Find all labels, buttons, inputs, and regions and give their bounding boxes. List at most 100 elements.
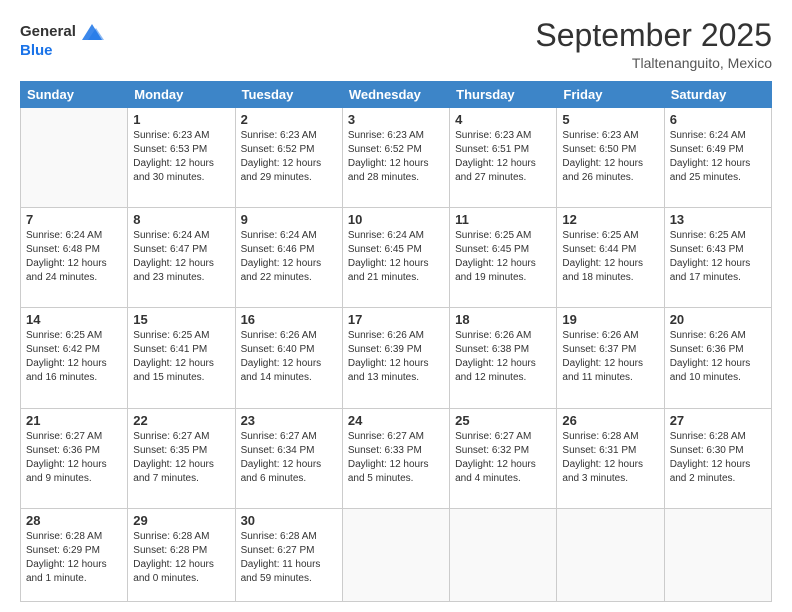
calendar-cell: 21Sunrise: 6:27 AM Sunset: 6:36 PM Dayli… — [21, 408, 128, 508]
calendar-header-monday: Monday — [128, 82, 235, 108]
calendar-week-row: 7Sunrise: 6:24 AM Sunset: 6:48 PM Daylig… — [21, 208, 772, 308]
calendar-cell: 26 Sunrise: 6:28 AM Sunset: 6:31 PM Dayli… — [557, 408, 664, 508]
calendar-cell: 8 Sunrise: 6:24 AM Sunset: 6:47 PM Daylig… — [128, 208, 235, 308]
day-info: Sunrise: 6:23 AM Sunset: 6:50 PM Dayligh… — [562, 129, 658, 185]
calendar-cell: 14 Sunrise: 6:25 AM Sunset: 6:42 PM Dayli… — [21, 308, 128, 408]
calendar-header-row: SundayMondayTuesdayWednesdayThursdayFrid… — [21, 82, 772, 108]
day-number: 26 — [562, 413, 658, 428]
day-number: 27 — [670, 413, 766, 428]
calendar-cell: 11Sunrise: 6:25 AM Sunset: 6:45 PM Dayli… — [450, 208, 557, 308]
day-info: Sunrise: 6:28 AM Sunset: 6:28 PM Dayligh… — [133, 530, 229, 586]
day-number: 20 — [670, 312, 766, 327]
calendar-week-row: 28Sunrise: 6:28 AM Sunset: 6:29 PM Dayli… — [21, 508, 772, 601]
calendar-cell: 30 Sunrise: 6:28 AM Sunset: 6:27 PM Dayli… — [235, 508, 342, 601]
calendar-header-sunday: Sunday — [21, 82, 128, 108]
day-number: 9 — [241, 212, 337, 227]
calendar-cell: 1 Sunrise: 6:23 AM Sunset: 6:53 PM Daylig… — [128, 108, 235, 208]
calendar-cell: 28Sunrise: 6:28 AM Sunset: 6:29 PM Dayli… — [21, 508, 128, 601]
day-info: Sunrise: 6:28 AM Sunset: 6:31 PM Dayligh… — [562, 430, 658, 486]
day-number: 15 — [133, 312, 229, 327]
day-info: Sunrise: 6:25 AM Sunset: 6:42 PM Dayligh… — [26, 329, 122, 385]
day-info: Sunrise: 6:27 AM Sunset: 6:36 PM Dayligh… — [26, 430, 122, 486]
calendar-cell — [664, 508, 771, 601]
logo: General Blue — [20, 18, 106, 59]
day-info: Sunrise: 6:26 AM Sunset: 6:37 PM Dayligh… — [562, 329, 658, 385]
calendar-cell: 22 Sunrise: 6:27 AM Sunset: 6:35 PM Dayli… — [128, 408, 235, 508]
calendar-cell: 5 Sunrise: 6:23 AM Sunset: 6:50 PM Daylig… — [557, 108, 664, 208]
day-info: Sunrise: 6:26 AM Sunset: 6:38 PM Dayligh… — [455, 329, 551, 385]
day-number: 4 — [455, 112, 551, 127]
day-info: Sunrise: 6:24 AM Sunset: 6:47 PM Dayligh… — [133, 229, 229, 285]
day-info: Sunrise: 6:25 AM Sunset: 6:41 PM Dayligh… — [133, 329, 229, 385]
day-info: Sunrise: 6:25 AM Sunset: 6:44 PM Dayligh… — [562, 229, 658, 285]
day-info: Sunrise: 6:27 AM Sunset: 6:33 PM Dayligh… — [348, 430, 444, 486]
day-info: Sunrise: 6:28 AM Sunset: 6:27 PM Dayligh… — [241, 530, 337, 586]
month-title: September 2025 — [535, 18, 772, 53]
day-info: Sunrise: 6:25 AM Sunset: 6:45 PM Dayligh… — [455, 229, 551, 285]
logo-icon — [78, 18, 106, 46]
calendar-cell: 2Sunrise: 6:23 AM Sunset: 6:52 PM Daylig… — [235, 108, 342, 208]
day-number: 16 — [241, 312, 337, 327]
day-info: Sunrise: 6:26 AM Sunset: 6:36 PM Dayligh… — [670, 329, 766, 385]
day-info: Sunrise: 6:25 AM Sunset: 6:43 PM Dayligh… — [670, 229, 766, 285]
day-info: Sunrise: 6:24 AM Sunset: 6:49 PM Dayligh… — [670, 129, 766, 185]
day-number: 6 — [670, 112, 766, 127]
day-number: 2 — [241, 112, 337, 127]
calendar-cell: 16 Sunrise: 6:26 AM Sunset: 6:40 PM Dayli… — [235, 308, 342, 408]
calendar-cell: 15 Sunrise: 6:25 AM Sunset: 6:41 PM Dayli… — [128, 308, 235, 408]
day-info: Sunrise: 6:23 AM Sunset: 6:52 PM Dayligh… — [348, 129, 444, 185]
calendar-week-row: 1 Sunrise: 6:23 AM Sunset: 6:53 PM Daylig… — [21, 108, 772, 208]
calendar-cell: 17 Sunrise: 6:26 AM Sunset: 6:39 PM Dayli… — [342, 308, 449, 408]
logo-text-general: General — [20, 23, 76, 40]
calendar-header-tuesday: Tuesday — [235, 82, 342, 108]
calendar-cell: 29 Sunrise: 6:28 AM Sunset: 6:28 PM Dayli… — [128, 508, 235, 601]
day-info: Sunrise: 6:27 AM Sunset: 6:32 PM Dayligh… — [455, 430, 551, 486]
calendar-cell: 13 Sunrise: 6:25 AM Sunset: 6:43 PM Dayli… — [664, 208, 771, 308]
calendar-cell: 3 Sunrise: 6:23 AM Sunset: 6:52 PM Daylig… — [342, 108, 449, 208]
day-number: 22 — [133, 413, 229, 428]
calendar-cell: 25 Sunrise: 6:27 AM Sunset: 6:32 PM Dayli… — [450, 408, 557, 508]
calendar-cell: 10 Sunrise: 6:24 AM Sunset: 6:45 PM Dayli… — [342, 208, 449, 308]
day-number: 23 — [241, 413, 337, 428]
day-info: Sunrise: 6:26 AM Sunset: 6:39 PM Dayligh… — [348, 329, 444, 385]
title-block: September 2025 Tlaltenanguito, Mexico — [535, 18, 772, 71]
calendar-cell: 24 Sunrise: 6:27 AM Sunset: 6:33 PM Dayli… — [342, 408, 449, 508]
calendar-header-saturday: Saturday — [664, 82, 771, 108]
day-number: 3 — [348, 112, 444, 127]
calendar-cell: 19Sunrise: 6:26 AM Sunset: 6:37 PM Dayli… — [557, 308, 664, 408]
day-info: Sunrise: 6:24 AM Sunset: 6:45 PM Dayligh… — [348, 229, 444, 285]
calendar-cell: 12Sunrise: 6:25 AM Sunset: 6:44 PM Dayli… — [557, 208, 664, 308]
day-number: 25 — [455, 413, 551, 428]
calendar-cell — [342, 508, 449, 601]
calendar-week-row: 21Sunrise: 6:27 AM Sunset: 6:36 PM Dayli… — [21, 408, 772, 508]
day-number: 17 — [348, 312, 444, 327]
day-info: Sunrise: 6:27 AM Sunset: 6:35 PM Dayligh… — [133, 430, 229, 486]
calendar-cell: 9Sunrise: 6:24 AM Sunset: 6:46 PM Daylig… — [235, 208, 342, 308]
day-info: Sunrise: 6:24 AM Sunset: 6:48 PM Dayligh… — [26, 229, 122, 285]
calendar-cell: 20 Sunrise: 6:26 AM Sunset: 6:36 PM Dayli… — [664, 308, 771, 408]
day-number: 14 — [26, 312, 122, 327]
calendar-cell: 4 Sunrise: 6:23 AM Sunset: 6:51 PM Daylig… — [450, 108, 557, 208]
day-info: Sunrise: 6:26 AM Sunset: 6:40 PM Dayligh… — [241, 329, 337, 385]
calendar-cell — [450, 508, 557, 601]
calendar-table: SundayMondayTuesdayWednesdayThursdayFrid… — [20, 81, 772, 602]
day-number: 30 — [241, 513, 337, 528]
calendar-cell: 18 Sunrise: 6:26 AM Sunset: 6:38 PM Dayli… — [450, 308, 557, 408]
day-number: 1 — [133, 112, 229, 127]
calendar-header-wednesday: Wednesday — [342, 82, 449, 108]
calendar-cell — [21, 108, 128, 208]
day-number: 24 — [348, 413, 444, 428]
day-number: 10 — [348, 212, 444, 227]
day-info: Sunrise: 6:28 AM Sunset: 6:30 PM Dayligh… — [670, 430, 766, 486]
day-number: 29 — [133, 513, 229, 528]
day-number: 18 — [455, 312, 551, 327]
day-number: 8 — [133, 212, 229, 227]
header: General Blue September 2025 Tlaltenangui… — [20, 18, 772, 71]
day-info: Sunrise: 6:28 AM Sunset: 6:29 PM Dayligh… — [26, 530, 122, 586]
day-number: 5 — [562, 112, 658, 127]
day-info: Sunrise: 6:23 AM Sunset: 6:53 PM Dayligh… — [133, 129, 229, 185]
day-number: 13 — [670, 212, 766, 227]
day-info: Sunrise: 6:23 AM Sunset: 6:51 PM Dayligh… — [455, 129, 551, 185]
day-info: Sunrise: 6:27 AM Sunset: 6:34 PM Dayligh… — [241, 430, 337, 486]
location: Tlaltenanguito, Mexico — [535, 55, 772, 71]
